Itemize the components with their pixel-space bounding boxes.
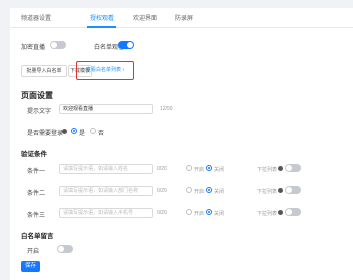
tab-active-indicator <box>87 26 116 28</box>
tab-auth-watch[interactable]: 授权观看 <box>90 13 114 22</box>
password-switch[interactable] <box>50 41 66 49</box>
view-whitelist-button[interactable]: 查看白名单列表 › <box>79 65 131 77</box>
login-no-radio[interactable] <box>90 128 96 134</box>
login-label: 是否需要登录 <box>27 131 64 137</box>
login-no-label: 否 <box>98 131 105 137</box>
tab-anti-record[interactable]: 防录屏 <box>175 13 193 22</box>
message-switch[interactable] <box>57 245 73 253</box>
verify-row-counter: 0/20 <box>157 210 167 216</box>
message-toggle-label: 开启 <box>27 249 40 255</box>
dropdown-switch[interactable] <box>285 208 301 216</box>
verify-title: 验证条件 <box>21 151 47 158</box>
tab-channel-settings[interactable]: 频道器设置 <box>21 13 51 22</box>
verify-row-counter: 0/20 <box>157 188 167 194</box>
import-whitelist-button[interactable]: 批量导入白名单 <box>21 65 67 77</box>
verify-off-label: 关闭 <box>214 189 225 195</box>
message-section-title: 白名单留言 <box>21 233 54 240</box>
verify-row-label: 条件二 <box>27 191 46 197</box>
verify-off-radio[interactable] <box>206 209 212 215</box>
verify-off-radio[interactable] <box>206 187 212 193</box>
tip-input[interactable]: 欢迎观看直播 <box>59 104 153 114</box>
verify-on-label: 开启 <box>194 167 205 173</box>
verify-on-label: 开启 <box>194 189 205 195</box>
tip-counter: 12/50 <box>160 106 173 112</box>
tab-welcome[interactable]: 欢迎界面 <box>133 13 157 22</box>
verify-on-radio[interactable] <box>186 165 192 171</box>
verify-dropdown-label: 下拉列表 <box>257 167 278 173</box>
verify-row-input[interactable]: 请填写提示语，如请输入部门名称 <box>59 186 153 196</box>
dropdown-switch[interactable] <box>285 186 301 194</box>
verify-off-label: 关闭 <box>214 167 225 173</box>
verify-on-radio[interactable] <box>186 209 192 215</box>
help-icon <box>62 129 67 134</box>
verify-dropdown-label: 下拉列表 <box>257 189 278 195</box>
login-yes-radio[interactable] <box>71 128 77 134</box>
dropdown-switch[interactable] <box>285 164 301 172</box>
help-icon <box>278 166 283 171</box>
verify-row-counter: 0/20 <box>157 166 167 172</box>
verify-row-input[interactable]: 请填写提示语，如请输入手机号 <box>59 208 153 218</box>
verify-row-label: 条件三 <box>27 213 46 219</box>
verify-row-input[interactable]: 请填写提示语，如请输入姓名 <box>59 164 153 174</box>
whitelist-switch[interactable] <box>118 41 134 49</box>
password-label: 加密直播 <box>21 45 46 51</box>
save-button[interactable]: 保存 <box>21 261 40 272</box>
tip-label: 提示文字 <box>27 109 52 115</box>
verify-on-label: 开启 <box>194 211 205 217</box>
login-yes-label: 是 <box>79 131 86 137</box>
help-icon <box>278 188 283 193</box>
verify-off-label: 关闭 <box>214 211 225 217</box>
page-settings-title: 页面设置 <box>21 91 53 100</box>
help-icon <box>278 210 283 215</box>
tab-bar: 频道器设置 授权观看 欢迎界面 防录屏 <box>10 8 353 28</box>
verify-on-radio[interactable] <box>186 187 192 193</box>
settings-panel: 频道器设置 授权观看 欢迎界面 防录屏 加密直播 白名单观看 批量导入白名单 下… <box>10 8 353 280</box>
verify-row-label: 条件一 <box>27 169 46 175</box>
verify-dropdown-label: 下拉列表 <box>257 211 278 217</box>
verify-off-radio[interactable] <box>206 165 212 171</box>
